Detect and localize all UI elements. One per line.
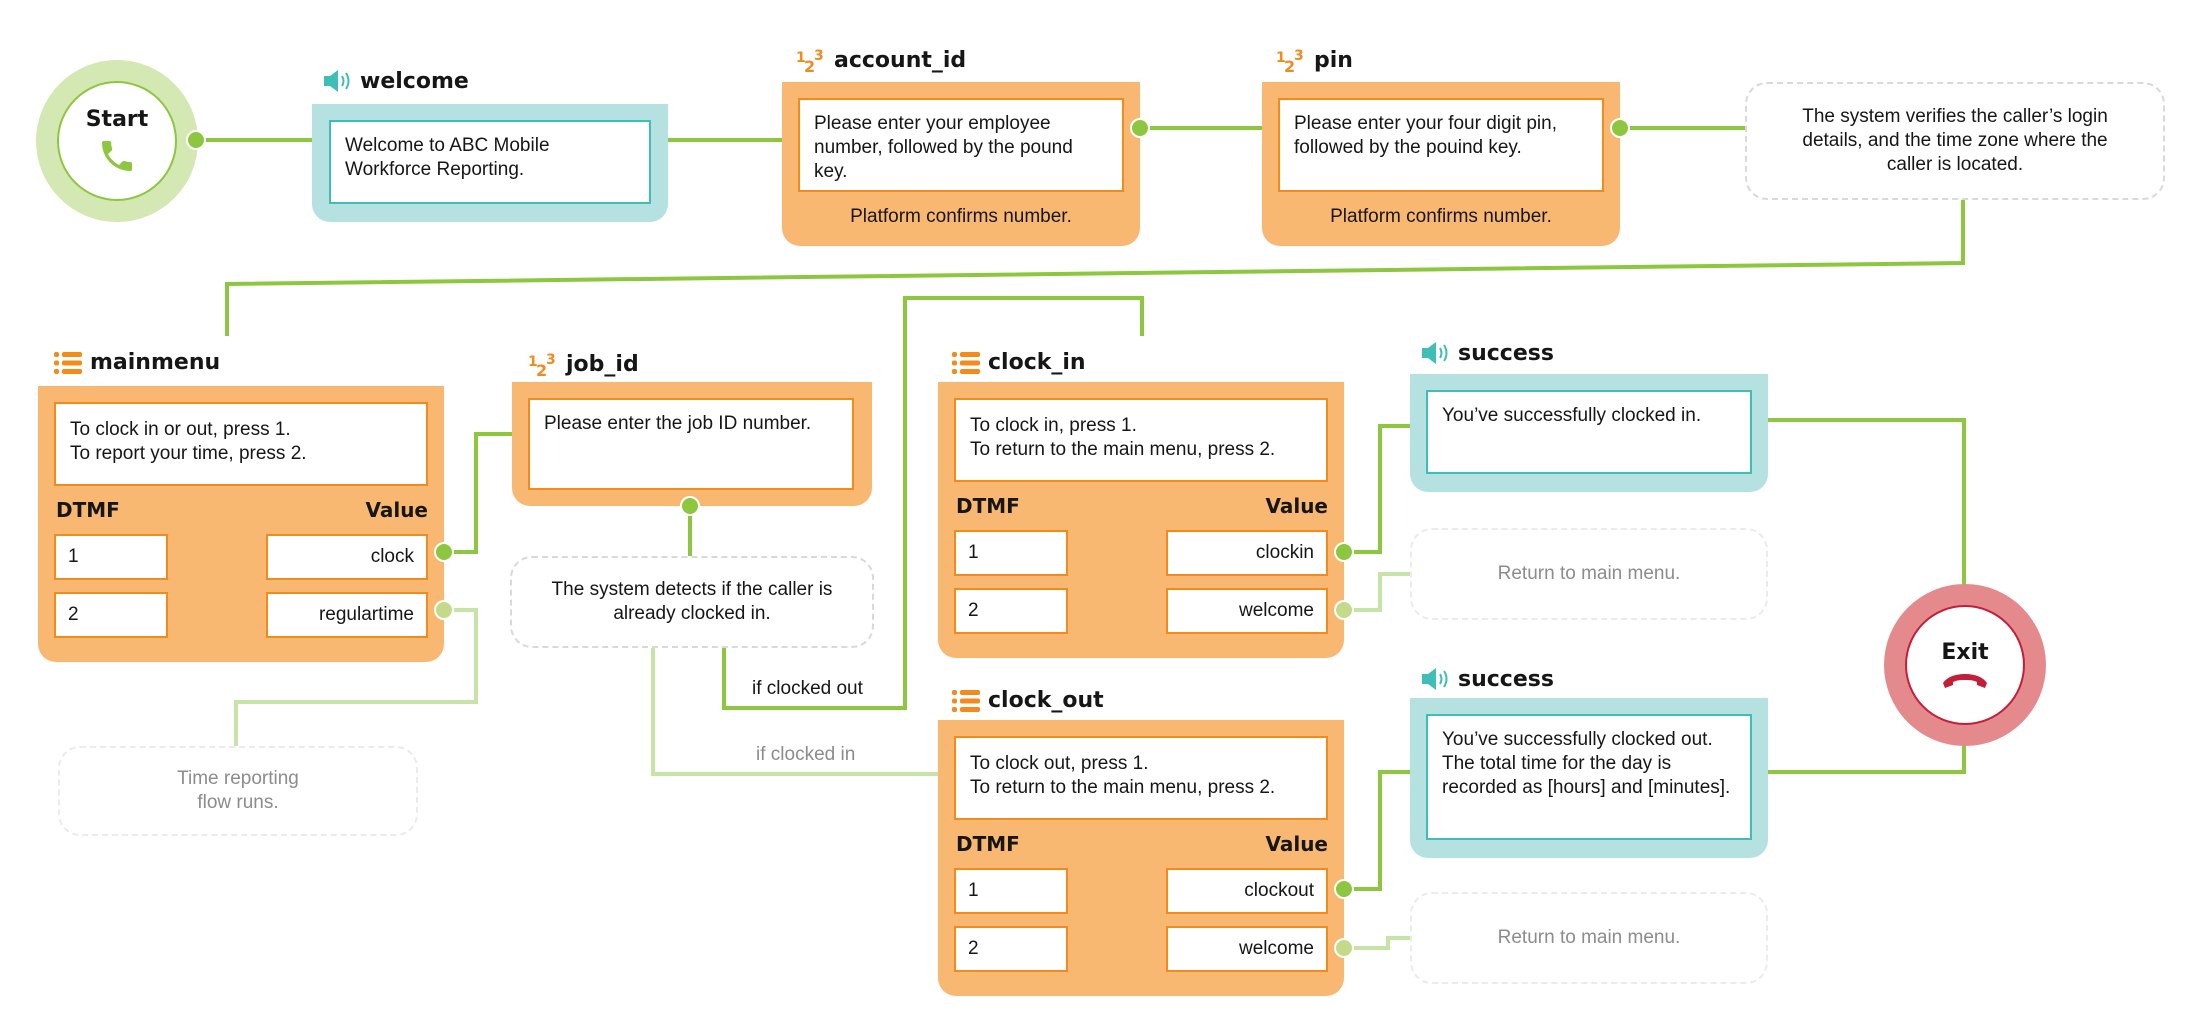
account-id-card[interactable]: Please enter your employee number, follo… bbox=[782, 82, 1140, 246]
exit-label: Exit bbox=[1941, 639, 1989, 665]
welcome-prompt: Welcome to ABC Mobile Workforce Reportin… bbox=[329, 120, 651, 204]
clock-in-welcome-port[interactable] bbox=[1334, 600, 1354, 620]
svg-text:3: 3 bbox=[814, 48, 824, 64]
pin-card[interactable]: Please enter your four digit pin, follow… bbox=[1262, 82, 1620, 246]
svg-text:3: 3 bbox=[1294, 48, 1304, 64]
edge-label-clocked-in: if clocked in bbox=[756, 744, 856, 765]
speaker-icon bbox=[1422, 668, 1448, 690]
pin-title: 1 2 3 pin bbox=[1276, 47, 1353, 75]
dtmf-header: DTMF bbox=[956, 832, 1020, 856]
clock-out-prompt: To clock out, press 1. To return to the … bbox=[954, 736, 1328, 820]
account-id-output-port[interactable] bbox=[1130, 118, 1150, 138]
hang-up-icon bbox=[1943, 673, 1987, 688]
success-in-title: success bbox=[1420, 340, 1554, 366]
pin-output-port[interactable] bbox=[1610, 118, 1630, 138]
connector-clockout-success bbox=[1344, 770, 1410, 891]
dtmf-header: DTMF bbox=[56, 498, 120, 522]
start-label: Start bbox=[85, 106, 149, 132]
success-out-prompt: You’ve successfully clocked out. The tot… bbox=[1426, 714, 1752, 840]
clock-out-card[interactable]: To clock out, press 1. To return to the … bbox=[938, 720, 1344, 996]
job-id-card[interactable]: Please enter the job ID number. bbox=[512, 382, 872, 506]
return-note-clock-in: Return to main menu. bbox=[1410, 528, 1768, 620]
menu-list-icon bbox=[952, 351, 980, 374]
clock-in-title: clock_in bbox=[952, 350, 1086, 375]
job-id-title: 1 2 3 job_id bbox=[528, 351, 639, 379]
success-out-title: success bbox=[1420, 666, 1554, 692]
job-id-prompt: Please enter the job ID number. bbox=[528, 398, 854, 490]
connector-successout-exit bbox=[1768, 744, 1966, 774]
dtmf-cell[interactable]: 1 bbox=[954, 868, 1068, 914]
connector-successin-exit bbox=[1768, 418, 1966, 588]
clock-out-title: clock_out bbox=[952, 688, 1104, 713]
speaker-icon bbox=[1422, 342, 1448, 364]
phone-icon bbox=[102, 140, 132, 171]
detect-note: The system detects if the caller is alre… bbox=[510, 556, 874, 648]
account-id-confirm: Platform confirms number. bbox=[850, 206, 1072, 227]
pin-prompt: Please enter your four digit pin, follow… bbox=[1278, 98, 1604, 192]
exit-node[interactable]: Exit bbox=[1884, 584, 2046, 746]
speaker-icon bbox=[324, 70, 350, 92]
success-out-card[interactable]: You’ve successfully clocked out. The tot… bbox=[1410, 698, 1768, 858]
number-input-icon: 1 2 3 bbox=[1276, 48, 1304, 74]
clock-in-clockin-port[interactable] bbox=[1334, 542, 1354, 562]
value-cell[interactable]: welcome bbox=[1166, 588, 1328, 634]
value-cell[interactable]: clockin bbox=[1166, 530, 1328, 576]
connector-clockin-success bbox=[1344, 424, 1410, 554]
mainmenu-title: mainmenu bbox=[54, 350, 220, 375]
mainmenu-regulartime-port[interactable] bbox=[434, 600, 454, 620]
connector-clockin-return bbox=[1344, 572, 1410, 612]
clock-in-card[interactable]: To clock in, press 1. To return to the m… bbox=[938, 382, 1344, 658]
menu-list-icon bbox=[54, 351, 82, 374]
dtmf-header: DTMF bbox=[956, 494, 1020, 518]
time-report-note: Time reporting flow runs. bbox=[58, 746, 418, 836]
svg-text:3: 3 bbox=[546, 352, 556, 368]
mainmenu-prompt: To clock in or out, press 1. To report y… bbox=[54, 402, 428, 486]
mainmenu-clock-port[interactable] bbox=[434, 542, 454, 562]
value-cell[interactable]: welcome bbox=[1166, 926, 1328, 972]
pin-confirm: Platform confirms number. bbox=[1330, 206, 1552, 227]
verify-note: The system verifies the caller’s login d… bbox=[1745, 82, 2165, 200]
number-input-icon: 1 2 3 bbox=[796, 48, 824, 74]
dtmf-cell[interactable]: 2 bbox=[54, 592, 168, 638]
welcome-title: welcome bbox=[322, 68, 469, 94]
value-header: Value bbox=[1265, 494, 1328, 518]
edge-label-clocked-out: if clocked out bbox=[752, 678, 863, 699]
value-cell[interactable]: regulartime bbox=[266, 592, 428, 638]
value-header: Value bbox=[365, 498, 428, 522]
clock-out-clockout-port[interactable] bbox=[1334, 879, 1354, 899]
account-id-title: 1 2 3 account_id bbox=[796, 47, 967, 75]
start-output-port[interactable] bbox=[186, 130, 206, 150]
number-input-icon: 1 2 3 bbox=[528, 352, 556, 378]
success-in-prompt: You’ve successfully clocked in. bbox=[1426, 390, 1752, 474]
clock-out-welcome-port[interactable] bbox=[1334, 938, 1354, 958]
return-note-clock-out: Return to main menu. bbox=[1410, 892, 1768, 984]
value-header: Value bbox=[1265, 832, 1328, 856]
dtmf-cell[interactable]: 1 bbox=[54, 534, 168, 580]
mainmenu-card[interactable]: To clock in or out, press 1. To report y… bbox=[38, 386, 444, 662]
job-id-output-port[interactable] bbox=[680, 496, 700, 516]
start-node[interactable]: Start bbox=[36, 60, 198, 222]
account-id-prompt: Please enter your employee number, follo… bbox=[798, 98, 1124, 192]
welcome-card[interactable]: Welcome to ABC Mobile Workforce Reportin… bbox=[312, 104, 668, 222]
dtmf-cell[interactable]: 2 bbox=[954, 926, 1068, 972]
value-cell[interactable]: clockout bbox=[1166, 868, 1328, 914]
menu-list-icon bbox=[952, 689, 980, 712]
value-cell[interactable]: clock bbox=[266, 534, 428, 580]
dtmf-cell[interactable]: 2 bbox=[954, 588, 1068, 634]
dtmf-cell[interactable]: 1 bbox=[954, 530, 1068, 576]
clock-in-prompt: To clock in, press 1. To return to the m… bbox=[954, 398, 1328, 482]
success-in-card[interactable]: You’ve successfully clocked in. bbox=[1410, 374, 1768, 492]
connector-clock-jobid bbox=[452, 432, 512, 554]
